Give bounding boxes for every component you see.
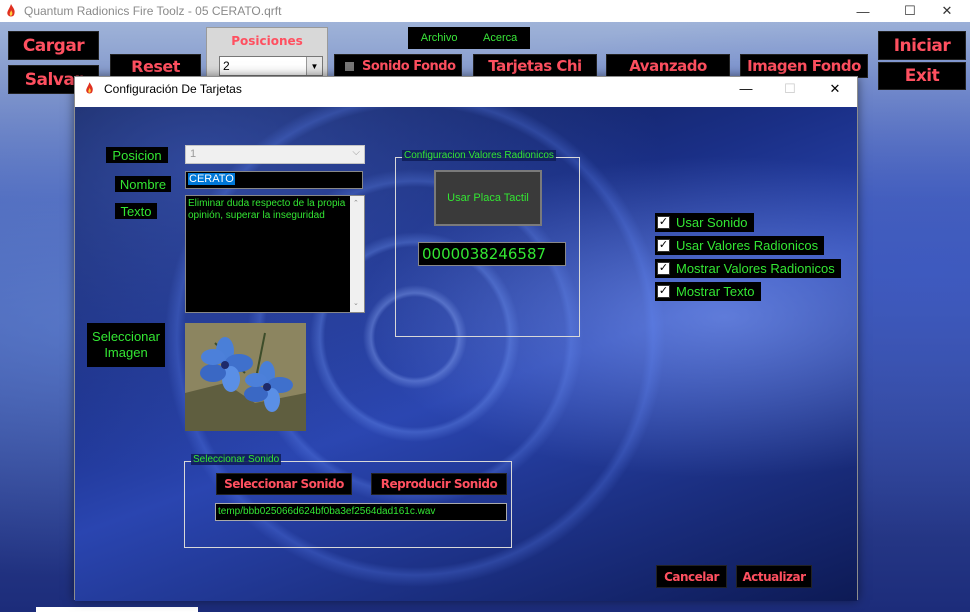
sonido-fondo-label: Sonido Fondo [362, 58, 456, 74]
sound-group-legend: Seleccionar Sonido [191, 454, 282, 465]
usar-valores-radionicos-checkbox[interactable]: ✓ Usar Valores Radionicos [655, 236, 825, 255]
checkmark-icon[interactable]: ✓ [657, 239, 670, 252]
menu-bar: Archivo Acerca [408, 27, 530, 49]
reproducir-sonido-button[interactable]: Reproducir Sonido [371, 473, 507, 495]
texto-value: Eliminar duda respecto de la propia opin… [188, 198, 346, 221]
sound-file-input[interactable]: temp/bbb025066d624bf0ba3ef2564dad161c.wa… [215, 503, 507, 521]
dialog-body: Posicion Nombre Texto Seleccionar Imagen… [75, 107, 857, 601]
cancelar-button[interactable]: Cancelar [656, 565, 727, 588]
seleccionar-imagen-button[interactable]: Seleccionar Imagen [87, 323, 165, 367]
close-button[interactable]: ✕ [924, 0, 970, 22]
radionic-value-field[interactable]: 0000038246587 [418, 242, 566, 266]
menu-archivo[interactable]: Archivo [421, 32, 458, 44]
exit-button[interactable]: Exit [878, 62, 966, 90]
main-window-title: Quantum Radionics Fire Toolz - 05 CERATO… [24, 4, 282, 18]
texto-label: Texto [115, 203, 157, 219]
dialog-title: Configuración De Tarjetas [104, 82, 242, 96]
iniciar-button[interactable]: Iniciar [878, 31, 966, 60]
posiciones-label: Posiciones [231, 34, 303, 48]
avanzado-button[interactable]: Avanzado [606, 54, 730, 78]
nombre-value: CERATO [188, 173, 235, 185]
main-titlebar: Quantum Radionics Fire Toolz - 05 CERATO… [0, 0, 970, 22]
flame-icon [86, 82, 93, 94]
posiciones-select[interactable]: 2 ▼ [219, 56, 323, 76]
cargar-button[interactable]: Cargar [8, 31, 99, 60]
mostrar-texto-checkbox[interactable]: ✓ Mostrar Texto [655, 282, 761, 301]
configuracion-tarjetas-dialog: Configuración De Tarjetas — ☐ ✕ Posicion… [74, 76, 858, 601]
posiciones-value: 2 [223, 59, 230, 73]
checkmark-icon[interactable]: ✓ [657, 216, 670, 229]
dialog-titlebar: Configuración De Tarjetas — ☐ ✕ [75, 77, 857, 100]
seleccionar-sonido-button[interactable]: Seleccionar Sonido [216, 473, 352, 495]
chevron-down-icon: ⌵ [352, 147, 360, 158]
scroll-down-icon[interactable]: ⌄ [353, 298, 359, 310]
posiciones-group: Posiciones 2 ▼ [206, 27, 328, 77]
posicion-select[interactable]: 1 ⌵ [185, 145, 365, 164]
bottom-strip [36, 607, 198, 612]
dialog-close-button[interactable]: ✕ [812, 77, 858, 100]
usar-sonido-label: Usar Sonido [676, 215, 748, 230]
radionic-values-legend: Configuracion Valores Radionicos [402, 150, 556, 161]
flower-image [185, 323, 306, 431]
usar-sonido-checkbox[interactable]: ✓ Usar Sonido [655, 213, 754, 232]
posicion-value: 1 [190, 148, 197, 160]
dialog-minimize-button[interactable]: — [723, 77, 769, 100]
checkmark-icon[interactable]: ✓ [657, 285, 670, 298]
actualizar-button[interactable]: Actualizar [736, 565, 812, 588]
texto-scrollbar[interactable]: ⌃ ⌄ [350, 196, 364, 312]
minimize-button[interactable]: — [840, 0, 886, 22]
posicion-label: Posicion [106, 147, 168, 163]
scroll-up-icon[interactable]: ⌃ [353, 198, 359, 210]
usar-valores-radionicos-label: Usar Valores Radionicos [676, 238, 819, 253]
tarjetas-chi-button[interactable]: Tarjetas Chi [473, 54, 597, 78]
checkbox-icon [345, 61, 354, 71]
usar-placa-tactil-button[interactable]: Usar Placa Tactil [434, 170, 542, 226]
imagen-fondo-button[interactable]: Imagen Fondo [740, 54, 868, 78]
texto-textarea[interactable]: Eliminar duda respecto de la propia opin… [185, 195, 365, 313]
checkmark-icon[interactable]: ✓ [657, 262, 670, 275]
flame-icon [7, 4, 15, 17]
mostrar-valores-radionicos-label: Mostrar Valores Radionicos [676, 261, 835, 276]
sonido-fondo-button[interactable]: Sonido Fondo [334, 54, 462, 78]
chevron-down-icon[interactable]: ▼ [306, 57, 322, 75]
menu-acerca[interactable]: Acerca [483, 32, 517, 44]
mostrar-valores-radionicos-checkbox[interactable]: ✓ Mostrar Valores Radionicos [655, 259, 841, 278]
dialog-maximize-button[interactable]: ☐ [767, 77, 813, 100]
nombre-label: Nombre [115, 176, 171, 192]
nombre-input[interactable]: CERATO [185, 171, 363, 189]
mostrar-texto-label: Mostrar Texto [676, 284, 755, 299]
card-image [185, 323, 306, 431]
